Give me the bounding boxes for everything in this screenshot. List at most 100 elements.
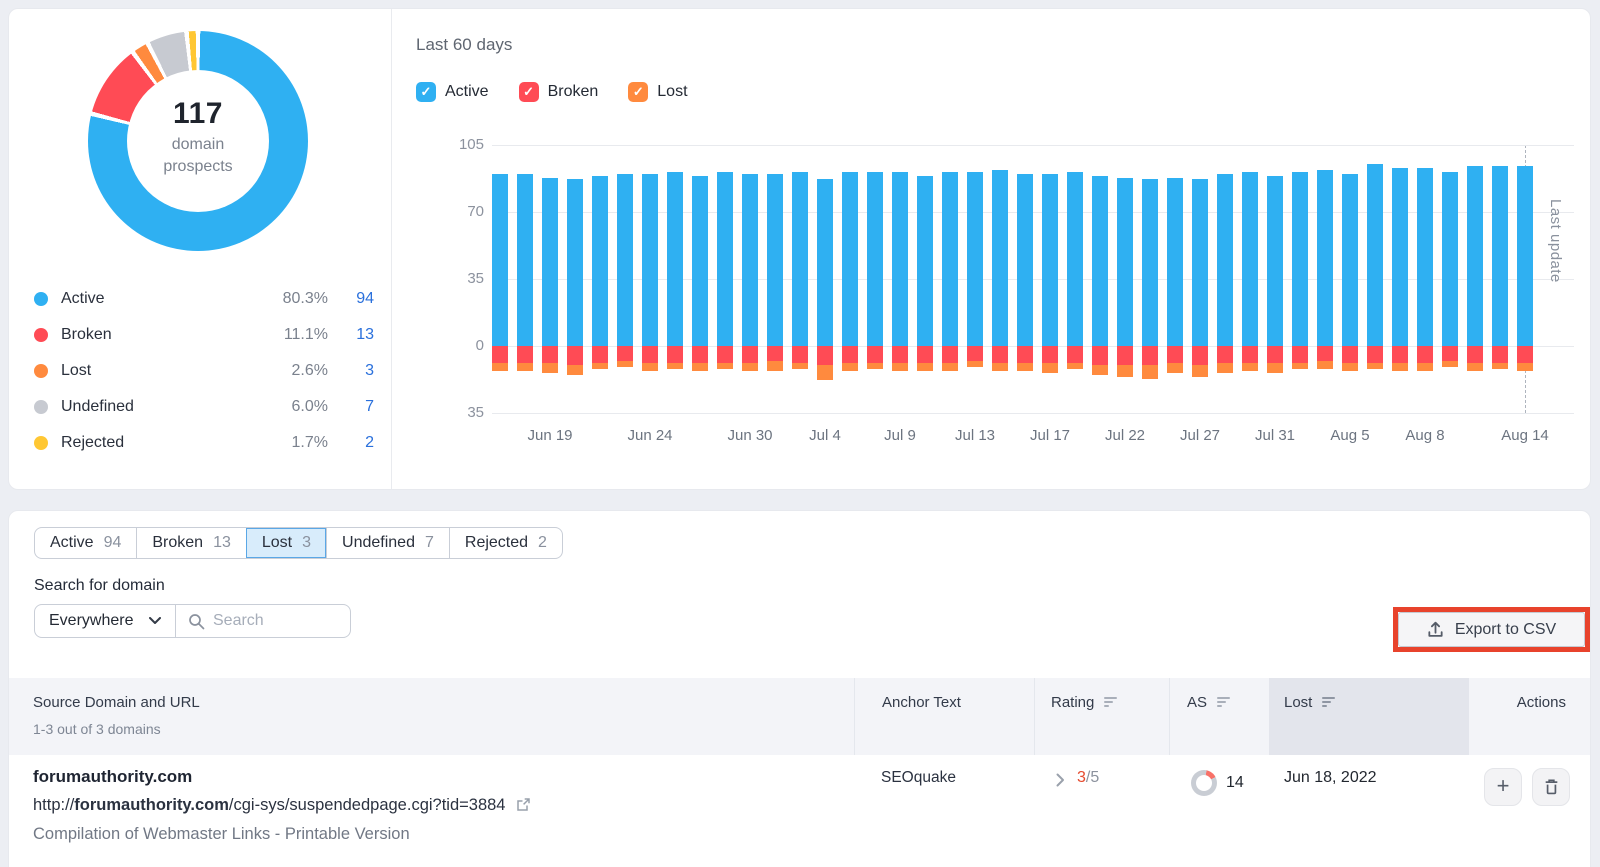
tab-lost[interactable]: Lost 3 bbox=[245, 528, 327, 558]
bar-group[interactable] bbox=[817, 145, 833, 413]
source-domain-link[interactable]: forumauthority.com bbox=[33, 762, 854, 791]
bar-group[interactable] bbox=[892, 145, 908, 413]
legend-count-link[interactable]: 3 bbox=[328, 362, 374, 380]
bar-group[interactable] bbox=[1367, 145, 1383, 413]
bar-group[interactable] bbox=[517, 145, 533, 413]
bar-group[interactable] bbox=[667, 145, 683, 413]
tab-broken[interactable]: Broken 13 bbox=[136, 528, 246, 558]
bar-group[interactable] bbox=[1142, 145, 1158, 413]
tab-count: 13 bbox=[213, 534, 231, 551]
checkbox-checked-icon: ✓ bbox=[628, 82, 649, 102]
external-link-icon[interactable] bbox=[516, 797, 531, 812]
legend-label: Active bbox=[61, 290, 105, 307]
bar-group[interactable] bbox=[942, 145, 958, 413]
bar-group[interactable] bbox=[717, 145, 733, 413]
bar-group[interactable] bbox=[567, 145, 583, 413]
bar-group[interactable] bbox=[1417, 145, 1433, 413]
bar-segment bbox=[642, 173, 658, 346]
x-tick-label: Jul 13 bbox=[954, 427, 996, 444]
bar-group[interactable] bbox=[692, 145, 708, 413]
delete-button[interactable] bbox=[1532, 768, 1570, 806]
bar-segment bbox=[1442, 171, 1458, 346]
bar-group[interactable] bbox=[992, 145, 1008, 413]
bar-group[interactable] bbox=[1117, 145, 1133, 413]
bar-segment bbox=[1217, 173, 1233, 346]
bar-segment bbox=[767, 361, 783, 371]
bar-group[interactable] bbox=[617, 145, 633, 413]
bar-group[interactable] bbox=[967, 145, 983, 413]
bar-segment bbox=[967, 171, 983, 346]
bar-group[interactable] bbox=[1167, 145, 1183, 413]
bar-segment bbox=[992, 346, 1008, 364]
x-tick-label: Aug 5 bbox=[1330, 427, 1370, 444]
bar-segment bbox=[867, 346, 883, 364]
bar-group[interactable] bbox=[1017, 145, 1033, 413]
bar-group[interactable] bbox=[1467, 145, 1483, 413]
bar-segment bbox=[1267, 363, 1283, 373]
bar-group[interactable] bbox=[1442, 145, 1458, 413]
bar-group[interactable] bbox=[1492, 145, 1508, 413]
bar-segment bbox=[492, 363, 508, 371]
bar-group[interactable] bbox=[492, 145, 508, 413]
bar-segment bbox=[917, 346, 933, 364]
bar-group[interactable] bbox=[1067, 145, 1083, 413]
tab-active[interactable]: Active 94 bbox=[35, 528, 136, 558]
bar-group[interactable] bbox=[1342, 145, 1358, 413]
source-url[interactable]: http://forumauthority.com/cgi-sys/suspen… bbox=[33, 791, 854, 820]
series-checkbox-lost[interactable]: ✓ Lost bbox=[628, 82, 688, 102]
donut-legend: Active 80.3% 94 Broken 11.1% 13 Lost 2.6… bbox=[34, 281, 374, 461]
bar-group[interactable] bbox=[742, 145, 758, 413]
bar-group[interactable] bbox=[1217, 145, 1233, 413]
legend-count-link[interactable]: 94 bbox=[328, 290, 374, 308]
bar-segment bbox=[567, 365, 583, 375]
sort-icon[interactable] bbox=[1322, 697, 1336, 708]
bar-group[interactable] bbox=[1042, 145, 1058, 413]
bar-segment bbox=[517, 363, 533, 371]
series-checkbox-broken[interactable]: ✓ Broken bbox=[518, 82, 599, 102]
bar-group[interactable] bbox=[792, 145, 808, 413]
bar-segment bbox=[892, 363, 908, 371]
bar-group[interactable] bbox=[1292, 145, 1308, 413]
column-header-lost[interactable]: Lost bbox=[1269, 678, 1469, 755]
bar-segment bbox=[1142, 365, 1158, 379]
bar-group[interactable] bbox=[1392, 145, 1408, 413]
sort-icon[interactable] bbox=[1217, 697, 1231, 708]
bar-group[interactable] bbox=[1267, 145, 1283, 413]
bar-segment bbox=[1217, 346, 1233, 364]
bar-group[interactable] bbox=[1192, 145, 1208, 413]
bar-group[interactable] bbox=[1517, 145, 1533, 413]
bar-segment bbox=[1492, 166, 1508, 346]
bar-segment bbox=[842, 171, 858, 346]
series-checkbox-active[interactable]: ✓ Active bbox=[416, 82, 489, 102]
bar-segment bbox=[792, 171, 808, 346]
legend-count-link[interactable]: 13 bbox=[328, 326, 374, 344]
bar-group[interactable] bbox=[1242, 145, 1258, 413]
bar-segment bbox=[817, 346, 833, 366]
bar-segment bbox=[867, 171, 883, 346]
column-header-rating[interactable]: Rating bbox=[1034, 678, 1169, 755]
search-input[interactable] bbox=[213, 612, 323, 630]
legend-count-link[interactable]: 7 bbox=[328, 398, 374, 416]
search-scope-select[interactable]: Everywhere bbox=[35, 605, 175, 637]
bar-segment bbox=[1392, 363, 1408, 371]
tab-rejected[interactable]: Rejected 2 bbox=[448, 528, 562, 558]
bar-group[interactable] bbox=[867, 145, 883, 413]
bar-group[interactable] bbox=[1317, 145, 1333, 413]
chevron-right-icon[interactable] bbox=[1056, 773, 1065, 787]
add-button[interactable]: + bbox=[1484, 768, 1522, 806]
column-header-as[interactable]: AS bbox=[1169, 678, 1269, 755]
bar-segment bbox=[1492, 346, 1508, 364]
bar-group[interactable] bbox=[767, 145, 783, 413]
tab-undefined[interactable]: Undefined 7 bbox=[326, 528, 449, 558]
bar-group[interactable] bbox=[542, 145, 558, 413]
sort-icon[interactable] bbox=[1104, 697, 1118, 708]
checkbox-label: Broken bbox=[547, 83, 599, 100]
export-to-csv-button[interactable]: Export to CSV bbox=[1398, 612, 1585, 647]
legend-count-link[interactable]: 2 bbox=[328, 434, 374, 452]
bar-group[interactable] bbox=[592, 145, 608, 413]
bar-group[interactable] bbox=[917, 145, 933, 413]
bar-group[interactable] bbox=[642, 145, 658, 413]
bar-group[interactable] bbox=[842, 145, 858, 413]
bar-group[interactable] bbox=[1092, 145, 1108, 413]
column-header-anchor-text: Anchor Text bbox=[854, 678, 1034, 755]
